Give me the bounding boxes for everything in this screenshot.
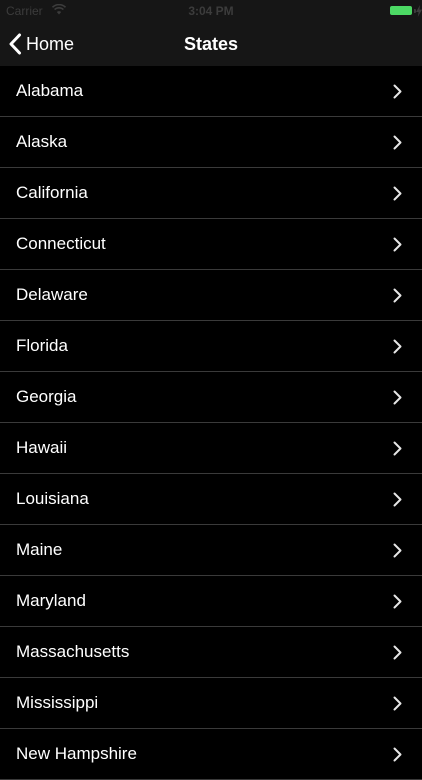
chevron-right-icon: [393, 543, 402, 558]
state-label: Alaska: [16, 132, 68, 151]
chevron-right-icon: [393, 339, 402, 354]
page-title: States: [183, 34, 239, 54]
state-label: Louisiana: [16, 489, 89, 508]
list-item[interactable]: Alaska: [0, 117, 422, 168]
state-label: Alabama: [16, 81, 84, 100]
list-item[interactable]: California: [0, 168, 422, 219]
charging-bolt-icon: [416, 5, 422, 17]
battery-icon: [390, 6, 412, 15]
navigation-bar: Home States: [0, 22, 422, 66]
chevron-right-icon: [393, 696, 402, 711]
status-bar: Carrier 3:04 PM: [0, 0, 422, 22]
list-item[interactable]: Georgia: [0, 372, 422, 423]
state-label: Connecticut: [16, 234, 106, 253]
state-label: Maine: [16, 540, 63, 559]
chevron-right-icon: [393, 237, 402, 252]
state-label: Massachusetts: [16, 642, 130, 661]
state-label: Georgia: [16, 387, 77, 406]
list-item[interactable]: Connecticut: [0, 219, 422, 270]
chevron-right-icon: [393, 594, 402, 609]
list-item[interactable]: Florida: [0, 321, 422, 372]
state-label: California: [16, 183, 88, 202]
state-label: Maryland: [16, 591, 86, 610]
chevron-right-icon: [393, 288, 402, 303]
state-label: New Hampshire: [16, 744, 137, 763]
list-item[interactable]: Maryland: [0, 576, 422, 627]
state-label: Hawaii: [16, 438, 68, 457]
chevron-right-icon: [393, 135, 402, 150]
state-label: Delaware: [16, 285, 88, 304]
list-item[interactable]: Hawaii: [0, 423, 422, 474]
list-item[interactable]: Maine: [0, 525, 422, 576]
list-item[interactable]: New Hampshire: [0, 729, 422, 780]
list-item[interactable]: Alabama: [0, 66, 422, 117]
list-item[interactable]: Massachusetts: [0, 627, 422, 678]
state-label: Mississippi: [16, 693, 99, 712]
chevron-right-icon: [393, 441, 402, 456]
state-label: Florida: [16, 336, 68, 355]
chevron-right-icon: [393, 747, 402, 762]
chevron-right-icon: [393, 84, 402, 99]
chevron-right-icon: [393, 492, 402, 507]
list-item[interactable]: Louisiana: [0, 474, 422, 525]
state-list: Alabama Alaska California Connecticut De…: [0, 66, 422, 780]
status-time: 3:04 PM: [188, 4, 234, 18]
chevron-right-icon: [393, 390, 402, 405]
list-item[interactable]: Mississippi: [0, 678, 422, 729]
chevron-right-icon: [393, 186, 402, 201]
list-item[interactable]: Delaware: [0, 270, 422, 321]
chevron-right-icon: [393, 645, 402, 660]
